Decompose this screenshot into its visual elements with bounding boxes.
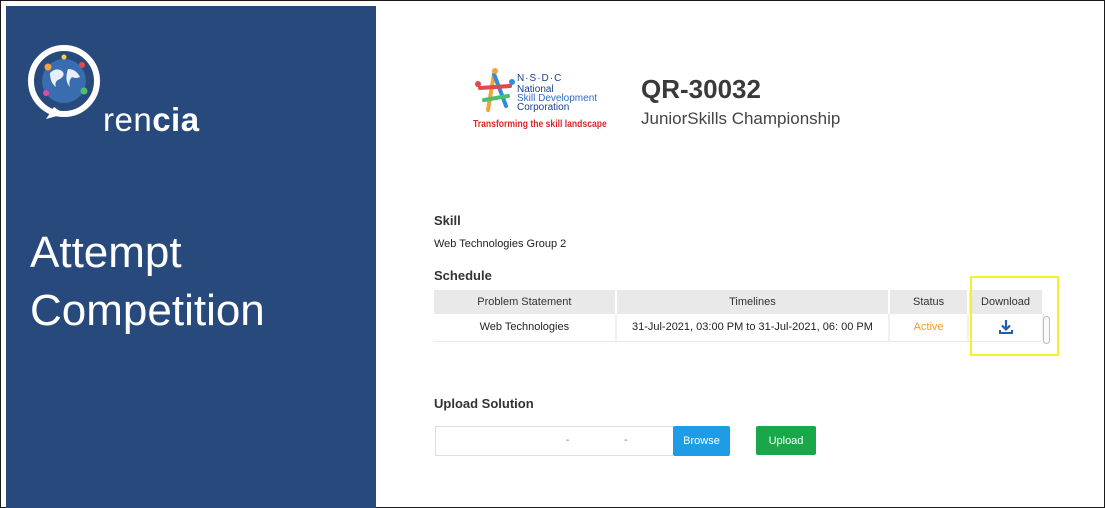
- problem-cell: Web Technologies: [434, 314, 617, 342]
- qrencia-logo: rencia: [24, 41, 224, 141]
- page-heading: Attempt Competition: [30, 224, 265, 340]
- app-frame: rencia Attempt Competition N·S·D·C Natio…: [0, 0, 1105, 508]
- timeline-cell: 31-Jul-2021, 03:00 PM to 31-Jul-2021, 06…: [615, 314, 891, 342]
- page-heading-line2: Competition: [30, 286, 265, 335]
- table-row: Web Technologies 31-Jul-2021, 03:00 PM t…: [434, 314, 1044, 342]
- skill-label: Skill: [434, 213, 461, 228]
- competition-id: QR-30032: [641, 74, 761, 104]
- col-header-status: Status: [889, 290, 970, 314]
- skill-value: Web Technologies Group 2: [434, 238, 567, 250]
- file-path-input[interactable]: - -: [435, 426, 673, 456]
- schedule-header-row: Problem Statement Timelines Status Downl…: [434, 290, 1044, 314]
- org-name: N·S·D·C National Skill Development Corpo…: [517, 73, 597, 113]
- globe-logo-icon: [28, 45, 100, 119]
- org-tagline: Transforming the skill landscape: [473, 119, 607, 130]
- schedule-table: Problem Statement Timelines Status Downl…: [434, 290, 1044, 342]
- sidebar: rencia Attempt Competition: [6, 6, 376, 508]
- download-highlight-annotation: [970, 276, 1059, 356]
- status-badge: Active: [889, 314, 970, 342]
- page-heading-line1: Attempt: [30, 228, 182, 277]
- org-name-line3: Corporation: [517, 102, 570, 113]
- col-header-timelines: Timelines: [615, 290, 891, 314]
- schedule-label: Schedule: [434, 268, 492, 283]
- main-content: N·S·D·C National Skill Development Corpo…: [376, 6, 1101, 508]
- browse-button[interactable]: Browse: [673, 426, 730, 456]
- competition-name: JuniorSkills Championship: [641, 109, 841, 128]
- org-abbr: N·S·D·C: [517, 73, 563, 84]
- upload-button[interactable]: Upload: [756, 426, 816, 455]
- logo-wordmark: rencia: [103, 101, 200, 138]
- upload-solution-label: Upload Solution: [434, 396, 534, 411]
- col-header-problem: Problem Statement: [434, 290, 617, 314]
